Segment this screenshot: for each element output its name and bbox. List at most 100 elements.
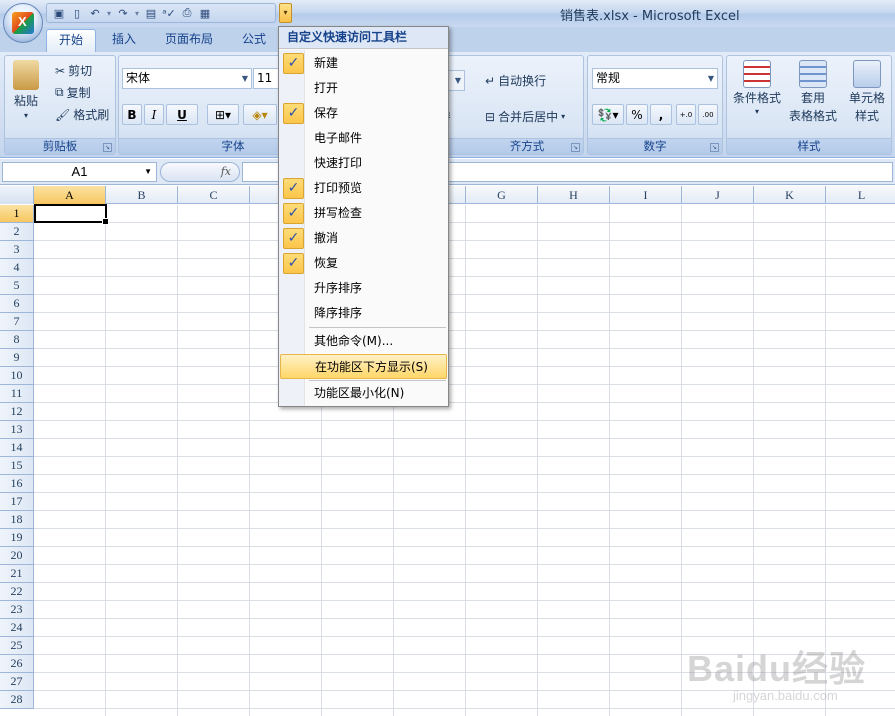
row-header-9[interactable]: 9 [0,349,34,367]
column-header-g[interactable]: G [466,186,538,204]
row-header-12[interactable]: 12 [0,403,34,421]
row-header-5[interactable]: 5 [0,277,34,295]
row-header-11[interactable]: 11 [0,385,34,403]
row-header-15[interactable]: 15 [0,457,34,475]
paste-button[interactable]: 粘贴 ▾ [13,60,39,120]
menu-item-6[interactable]: ✓ 打印预览 [280,176,447,201]
undo-dropdown-icon[interactable]: ▾ [105,9,113,18]
increase-decimal-button[interactable]: +.0 [676,104,696,125]
menu-item-show-below-ribbon[interactable]: 在功能区下方显示(S) [280,354,447,379]
active-cell-a1[interactable] [34,204,109,225]
underline-button[interactable]: U [166,104,198,125]
border-button[interactable]: ⊞▾ [207,104,239,125]
row-header-8[interactable]: 8 [0,331,34,349]
row-header-10[interactable]: 10 [0,367,34,385]
tab-insert[interactable]: 插入 [100,29,148,52]
row-header-1[interactable]: 1 [0,205,34,223]
menu-item-9[interactable]: ✓ 恢复 [280,251,447,276]
row-header-4[interactable]: 4 [0,259,34,277]
spelling-icon[interactable]: ᵃ✓ [161,5,177,21]
row-header-22[interactable]: 22 [0,583,34,601]
row-header-23[interactable]: 23 [0,601,34,619]
row-header-27[interactable]: 27 [0,673,34,691]
column-header-k[interactable]: K [754,186,826,204]
number-format-combo[interactable]: 常规 ▼ [592,68,718,89]
percent-button[interactable]: % [626,104,648,125]
select-all-corner[interactable] [0,186,34,204]
row-header-13[interactable]: 13 [0,421,34,439]
merge-center-button[interactable]: ⊟ 合并后居中 ▾ [485,108,565,125]
menu-item-8[interactable]: ✓ 撤消 [280,226,447,251]
row-header-14[interactable]: 14 [0,439,34,457]
insert-function-icon[interactable]: fx [221,165,231,178]
bold-button[interactable]: B [122,104,142,125]
menu-item-minimize-ribbon[interactable]: 功能区最小化(N) [280,381,447,406]
clipboard-dialog-launcher-icon[interactable]: ↘ [103,143,112,152]
decrease-decimal-button[interactable]: .00 [698,104,718,125]
format-painter-label: 格式刷 [73,108,110,122]
wrap-text-button[interactable]: ↵ 自动换行 [485,72,546,89]
row-header-17[interactable]: 17 [0,493,34,511]
number-dialog-launcher-icon[interactable]: ↘ [710,143,719,152]
tab-page-layout[interactable]: 页面布局 [153,29,225,52]
row-header-7[interactable]: 7 [0,313,34,331]
column-header-a[interactable]: A [34,186,106,204]
print-preview-icon[interactable]: ▤ [143,5,159,21]
undo-icon[interactable]: ↶ [87,5,103,21]
column-header-l[interactable]: L [826,186,895,204]
customize-qat-button[interactable]: ▾ [279,3,292,23]
alignment-dialog-launcher-icon[interactable]: ↘ [571,143,580,152]
column-header-b[interactable]: B [106,186,178,204]
menu-item-2[interactable]: 打开 [280,76,447,101]
menu-item-5[interactable]: 快速打印 [280,151,447,176]
row-header-20[interactable]: 20 [0,547,34,565]
tab-formulas[interactable]: 公式 [230,29,278,52]
fill-color-icon: ◈▾ [252,107,268,122]
cut-button[interactable]: ✂ 剪切 [55,62,92,79]
conditional-format-button[interactable]: 条件格式 ▾ [731,60,783,116]
currency-button[interactable]: 💱▾ [592,104,624,125]
row-header-18[interactable]: 18 [0,511,34,529]
fill-color-button[interactable]: ◈▾ [243,104,277,125]
redo-icon[interactable]: ↷ [115,5,131,21]
menu-item-4[interactable]: 电子邮件 [280,126,447,151]
number-format-value: 常规 [596,71,621,85]
menu-item-7[interactable]: ✓ 拼写检查 [280,201,447,226]
quick-print-icon[interactable]: ⎙ [179,5,195,21]
italic-button[interactable]: I [144,104,164,125]
name-box[interactable]: A1 ▼ [2,162,157,182]
row-header-26[interactable]: 26 [0,655,34,673]
row-header-2[interactable]: 2 [0,223,34,241]
font-size-value: 11 [257,71,273,85]
column-header-i[interactable]: I [610,186,682,204]
cell-styles-button[interactable]: 单元格 样式 [843,60,891,124]
tab-home[interactable]: 开始 [46,29,97,52]
menu-item-10[interactable]: 升序排序 [280,276,447,301]
redo-dropdown-icon[interactable]: ▾ [133,9,141,18]
row-header-28[interactable]: 28 [0,691,34,709]
menu-item-3[interactable]: ✓ 保存 [280,101,447,126]
column-header-c[interactable]: C [178,186,250,204]
table-icon[interactable]: ▦ [197,5,213,21]
row-header-19[interactable]: 19 [0,529,34,547]
save-icon[interactable]: ▣ [51,5,67,21]
row-header-3[interactable]: 3 [0,241,34,259]
font-name-combo[interactable]: 宋体 ▼ [122,68,252,89]
row-header-24[interactable]: 24 [0,619,34,637]
office-button[interactable] [3,3,43,43]
row-header-6[interactable]: 6 [0,295,34,313]
menu-item-11[interactable]: 降序排序 [280,301,447,326]
column-header-h[interactable]: H [538,186,610,204]
menu-item-1[interactable]: ✓ 新建 [280,51,447,76]
menu-item-more-commands[interactable]: 其他命令(M)... [280,329,447,354]
format-painter-button[interactable]: 🖌 格式刷 [55,106,109,123]
row-header-16[interactable]: 16 [0,475,34,493]
row-header-21[interactable]: 21 [0,565,34,583]
row-header-25[interactable]: 25 [0,637,34,655]
new-icon[interactable]: ▯ [69,5,85,21]
comma-button[interactable]: , [650,104,672,125]
menu-item-label: 撤消 [314,231,339,245]
column-header-j[interactable]: J [682,186,754,204]
copy-button[interactable]: ⧉ 复制 [55,84,91,101]
format-as-table-button[interactable]: 套用 表格格式 [785,60,841,124]
